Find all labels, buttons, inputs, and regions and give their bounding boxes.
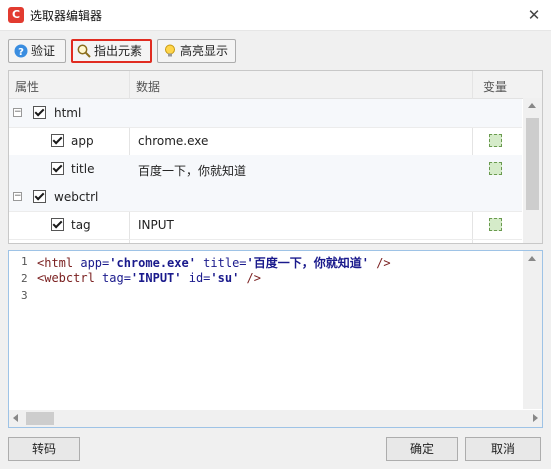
- highlight-label: 高亮显示: [180, 44, 229, 58]
- row-value[interactable]: 百度一下，你就知道: [138, 162, 246, 179]
- scroll-up-icon[interactable]: [528, 256, 536, 261]
- code-tag: />: [368, 256, 391, 270]
- code-string: 'su': [210, 271, 240, 285]
- window-title: 选取器编辑器: [30, 9, 103, 23]
- code-attr: app=: [73, 256, 110, 270]
- table-row[interactable]: title 百度一下，你就知道: [9, 155, 522, 184]
- row-value[interactable]: INPUT: [138, 218, 174, 232]
- validate-button[interactable]: ? 验证: [8, 39, 66, 63]
- table-row[interactable]: app chrome.exe: [9, 127, 522, 156]
- checkbox[interactable]: [51, 162, 64, 175]
- app-logo-icon: C: [8, 7, 24, 23]
- table-row[interactable]: − html: [9, 99, 522, 128]
- editor-vertical-scrollbar[interactable]: [523, 251, 542, 409]
- highlight-button[interactable]: 高亮显示: [157, 39, 236, 63]
- code-tag: <webctrl: [37, 271, 95, 285]
- checkbox[interactable]: [33, 190, 46, 203]
- collapse-icon[interactable]: −: [13, 192, 22, 201]
- svg-text:?: ?: [18, 47, 24, 58]
- close-icon[interactable]: ✕: [523, 4, 545, 26]
- row-name: app: [71, 134, 94, 148]
- row-name: webctrl: [54, 190, 99, 204]
- line-number: 2: [21, 272, 28, 285]
- row-name: html: [54, 106, 82, 120]
- collapse-icon[interactable]: −: [13, 108, 22, 117]
- header-data: 数据: [136, 80, 161, 94]
- header-attribute: 属性: [15, 80, 40, 94]
- scroll-right-icon[interactable]: [533, 414, 538, 422]
- row-name: tag: [71, 218, 91, 232]
- validate-label: 验证: [31, 44, 56, 58]
- cancel-button[interactable]: 取消: [465, 437, 541, 461]
- magnifier-icon: [77, 44, 91, 58]
- code-line: <html app='chrome.exe' title='百度一下，你就知道'…: [37, 254, 391, 271]
- code-attr: id=: [181, 271, 211, 285]
- code-attr: title=: [195, 256, 247, 270]
- line-number: 3: [21, 289, 28, 302]
- line-number: 1: [21, 255, 28, 268]
- grid-header: 属性 数据 变量: [9, 71, 542, 99]
- header-variable: 变量: [483, 80, 508, 94]
- help-icon: ?: [14, 44, 28, 58]
- editor-horizontal-scrollbar[interactable]: [9, 410, 542, 427]
- scroll-thumb[interactable]: [26, 412, 54, 425]
- table-row[interactable]: tag INPUT: [9, 211, 522, 240]
- code-tag: />: [239, 271, 261, 285]
- code-editor[interactable]: 1 2 3 <html app='chrome.exe' title='百度一下…: [8, 250, 543, 428]
- pick-element-button[interactable]: 指出元素: [71, 39, 152, 63]
- code-line: <webctrl tag='INPUT' id='su' />: [37, 271, 261, 285]
- variable-toggle[interactable]: [489, 218, 502, 231]
- scroll-thumb[interactable]: [526, 118, 539, 210]
- checkbox[interactable]: [33, 106, 46, 119]
- code-attr: tag=: [94, 271, 131, 285]
- row-value[interactable]: chrome.exe: [138, 134, 208, 148]
- code-string: 'INPUT': [130, 271, 182, 285]
- table-row[interactable]: − webctrl: [9, 183, 522, 212]
- row-name: title: [71, 162, 95, 176]
- code-string: '百度一下，你就知道': [246, 256, 369, 270]
- variable-toggle[interactable]: [489, 162, 502, 175]
- scroll-up-icon[interactable]: [528, 103, 536, 108]
- ok-button[interactable]: 确定: [386, 437, 458, 461]
- title-bar: C 选取器编辑器 ✕: [0, 0, 551, 31]
- grid-scrollbar[interactable]: [523, 98, 542, 243]
- code-tag: <html: [37, 256, 74, 270]
- code-string: 'chrome.exe': [109, 256, 196, 270]
- line-gutter: 1 2 3: [9, 251, 31, 409]
- attribute-grid: 属性 数据 变量 − html app chrome.exe title 百度一…: [8, 70, 543, 244]
- lightbulb-icon: [165, 44, 175, 57]
- toolbar: ? 验证 指出元素 高亮显示: [0, 31, 551, 69]
- transcode-button[interactable]: 转码: [8, 437, 80, 461]
- checkbox[interactable]: [51, 134, 64, 147]
- pick-element-label: 指出元素: [94, 44, 143, 58]
- checkbox[interactable]: [51, 218, 64, 231]
- variable-toggle[interactable]: [489, 134, 502, 147]
- scroll-left-icon[interactable]: [13, 414, 18, 422]
